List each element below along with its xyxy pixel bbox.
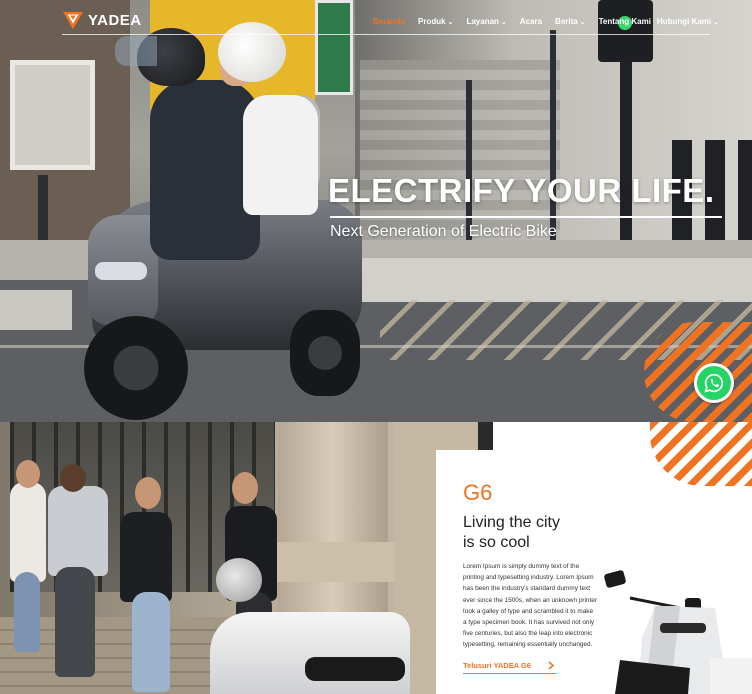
model-name: G6 xyxy=(463,480,493,505)
person xyxy=(120,512,172,602)
yadea-logo-icon xyxy=(63,11,83,30)
chevron-down-icon: ⌄ xyxy=(500,18,507,26)
whatsapp-icon xyxy=(697,366,731,400)
person-head xyxy=(232,472,258,504)
nav-divider xyxy=(62,34,710,35)
scooter-wheel xyxy=(84,316,188,420)
explore-link-label: Telusuri YADEA G6 xyxy=(463,661,531,670)
curb xyxy=(320,258,752,302)
nav-label: Beranda xyxy=(373,17,406,26)
chevron-down-icon: ⌄ xyxy=(579,18,586,26)
nav-label: Berita xyxy=(555,17,578,26)
background-building xyxy=(0,0,130,250)
top-navigation: YADEA Beranda Produk ⌄ Layanan ⌄ Acara Ber… xyxy=(0,0,752,36)
nav-item-berita[interactable]: Berita ⌄ xyxy=(555,17,586,26)
tagline-line: Living the city xyxy=(463,514,560,531)
bollard xyxy=(38,175,48,245)
person-head xyxy=(135,477,161,509)
nav-label: Produk xyxy=(418,17,446,26)
product-scooter-image xyxy=(604,570,752,694)
nav-label: Layanan xyxy=(466,17,499,26)
curb xyxy=(0,290,72,330)
hero-banner: ELECTRIFY YOUR LIFE. Next Generation of … xyxy=(0,0,752,422)
nav-item-acara[interactable]: Acara xyxy=(520,17,542,26)
explore-link-underline xyxy=(463,673,556,674)
scooter-image xyxy=(210,612,410,694)
person xyxy=(10,482,46,582)
brand-name: YADEA xyxy=(88,11,142,29)
hero-title: ELECTRIFY YOUR LIFE. xyxy=(328,172,715,209)
tagline-line: is so cool xyxy=(463,534,530,551)
nav-item-hubungi-kami[interactable]: Hubungi Kami ⌄ xyxy=(657,17,719,26)
brand-logo[interactable]: YADEA xyxy=(62,10,142,30)
helmet-white xyxy=(216,558,262,602)
nav-item-beranda[interactable]: Beranda xyxy=(373,17,405,26)
nav-item-produk[interactable]: Produk ⌄ xyxy=(418,17,453,26)
scooter-wheel xyxy=(290,310,360,396)
nav-item-layanan[interactable]: Layanan ⌄ xyxy=(466,17,506,26)
background-pole xyxy=(620,62,632,262)
person xyxy=(48,486,108,576)
nav-label: Hubungi Kami xyxy=(656,17,712,26)
background-stairs xyxy=(360,60,560,240)
nav-item-tentang-kami[interactable]: Tentang Kami xyxy=(599,17,651,26)
person xyxy=(55,567,95,677)
main-menu: Beranda Produk ⌄ Layanan ⌄ Acara Berita ⌄ T… xyxy=(373,17,719,26)
scooter-seat xyxy=(305,657,405,681)
whatsapp-button[interactable] xyxy=(694,363,734,403)
doorway xyxy=(478,422,493,452)
helmet-visor xyxy=(115,36,157,66)
feature-tagline: Living the city is so cool xyxy=(463,513,613,553)
bollard xyxy=(738,140,752,250)
stone-column-cap xyxy=(270,542,396,582)
person xyxy=(132,592,170,692)
explore-link[interactable]: Telusuri YADEA G6 xyxy=(463,661,555,670)
nav-label: Tentang Kami xyxy=(598,17,651,26)
person-head xyxy=(16,460,40,488)
scooter-headlight xyxy=(95,262,147,280)
person-head xyxy=(60,464,86,492)
hero-subtitle: Next Generation of Electric Bike xyxy=(330,223,557,240)
chevron-down-icon: ⌄ xyxy=(713,18,720,26)
rider-woman xyxy=(243,95,318,215)
decorative-stripes xyxy=(650,422,752,486)
person xyxy=(14,572,40,652)
chevron-right-icon xyxy=(548,661,555,670)
nav-label: Acara xyxy=(519,17,543,26)
hero-divider xyxy=(330,216,722,218)
chevron-down-icon: ⌄ xyxy=(447,18,454,26)
